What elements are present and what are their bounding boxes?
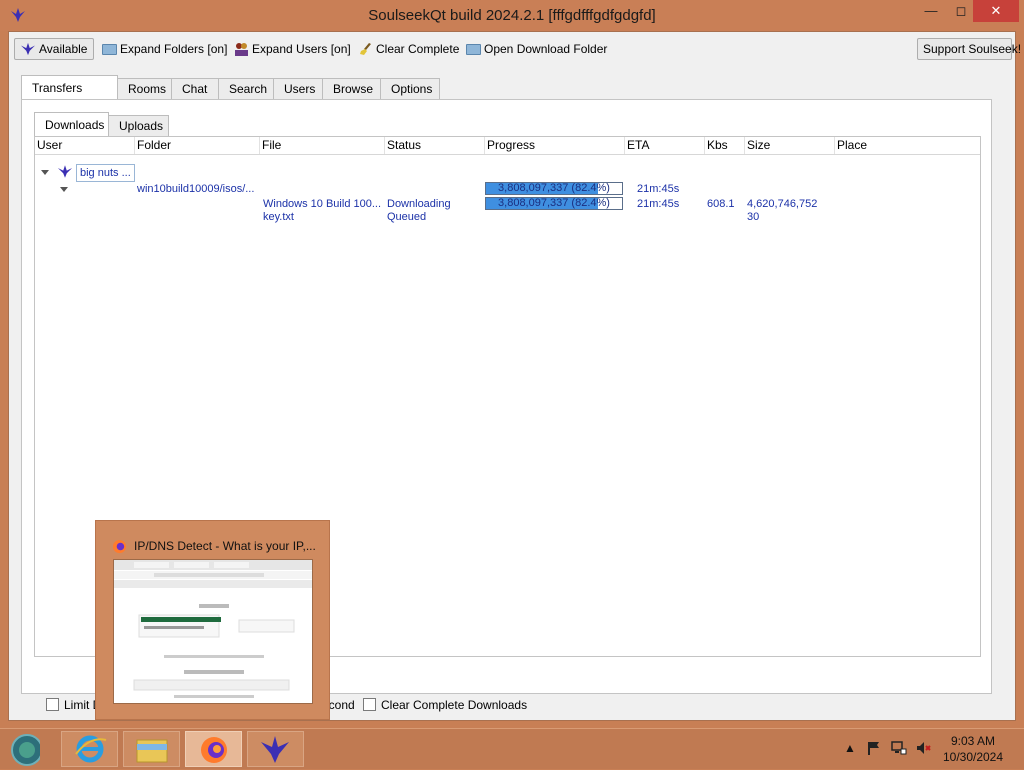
user-bird-icon	[57, 165, 73, 178]
file-progress-bar: 3,808,097,337 (82.4%)	[485, 197, 623, 210]
col-user[interactable]: User	[35, 137, 135, 154]
folder-name[interactable]: win10build10009/isos/...	[137, 183, 254, 195]
firefox-thumbnail-preview[interactable]: IP/DNS Detect - What is your IP,...	[95, 520, 330, 720]
folder-eta: 21m:45s	[637, 183, 680, 195]
file-name[interactable]: key.txt	[263, 211, 294, 223]
file-explorer-icon	[136, 739, 168, 763]
tab-options[interactable]: Options	[380, 78, 440, 99]
thumbnail-page-preview	[113, 559, 313, 704]
limit-downloads-checkbox[interactable]	[46, 698, 59, 711]
tab-browse[interactable]: Browse	[322, 78, 381, 99]
file-kbs: 608.1	[707, 198, 735, 210]
folder-progress-bar: 3,808,097,337 (82.4%)	[485, 182, 623, 195]
expand-folders-label: Expand Folders [on]	[120, 42, 228, 56]
toolbar: Available Expand Folders [on] Expand Use…	[9, 32, 1021, 66]
broom-icon	[360, 43, 371, 55]
clear-complete-button[interactable]: Clear Complete	[359, 38, 459, 60]
col-folder[interactable]: Folder	[135, 137, 260, 154]
taskbar-soulseek[interactable]	[247, 731, 304, 767]
tab-transfers[interactable]: Transfers [1/0]	[21, 75, 118, 119]
col-eta[interactable]: ETA	[625, 137, 705, 154]
firefox-icon	[112, 539, 127, 554]
support-soulseek-button[interactable]: Support Soulseek!	[917, 38, 1021, 60]
col-file[interactable]: File	[260, 137, 385, 154]
network-icon[interactable]	[891, 740, 907, 756]
tab-chat[interactable]: Chat	[171, 78, 219, 99]
taskbar-firefox[interactable]	[185, 731, 242, 767]
file-name[interactable]: Windows 10 Build 100...	[263, 198, 381, 210]
clear-complete-downloads-label: Clear Complete Downloads	[381, 698, 528, 712]
start-button[interactable]	[0, 731, 56, 767]
webpage-preview-image	[114, 560, 312, 698]
clear-complete-downloads-checkbox[interactable]	[363, 698, 376, 711]
grid-header: User Folder File Status Progress ETA Kbs…	[35, 137, 980, 155]
start-orb-icon	[11, 734, 43, 766]
expand-folder-arrow-icon[interactable]	[60, 187, 68, 192]
thumbnail-title: IP/DNS Detect - What is your IP,...	[134, 539, 316, 553]
firefox-icon	[201, 737, 227, 763]
col-status[interactable]: Status	[385, 137, 485, 154]
expand-users-label: Expand Users [on]	[252, 42, 351, 56]
expand-user-arrow-icon[interactable]	[41, 170, 49, 175]
users-icon	[235, 43, 248, 56]
available-label: Available	[39, 42, 88, 56]
progress-text: 3,808,097,337 (82.4%)	[498, 182, 610, 194]
expand-users-button[interactable]: Expand Users [on]	[234, 38, 351, 60]
tab-search[interactable]: Search	[218, 78, 274, 99]
available-button[interactable]: Available	[14, 38, 94, 60]
show-hidden-icons-icon[interactable]: ▲	[844, 741, 856, 755]
tab-downloads[interactable]: Downloads	[34, 112, 109, 136]
col-size[interactable]: Size	[745, 137, 835, 154]
taskbar-file-explorer[interactable]	[123, 731, 180, 767]
status-bird-icon	[21, 42, 35, 56]
col-progress[interactable]: Progress	[485, 137, 625, 154]
soulseek-bird-icon	[261, 736, 289, 763]
volume-muted-icon[interactable]	[916, 740, 932, 756]
clock-time[interactable]: 9:03 AM	[942, 734, 1004, 748]
user-name[interactable]: big nuts ...	[76, 164, 135, 182]
action-center-flag-icon[interactable]	[866, 740, 882, 756]
internet-explorer-icon	[75, 735, 107, 763]
file-size: 30	[747, 211, 760, 223]
open-download-folder-label: Open Download Folder	[484, 42, 608, 56]
folder-icon	[102, 43, 117, 55]
window-title: SoulseekQt build 2024.2.1 [fffgdfffgdfgd…	[368, 7, 656, 24]
expand-folders-button[interactable]: Expand Folders [on]	[102, 38, 227, 60]
open-download-folder-button[interactable]: Open Download Folder	[466, 38, 607, 60]
file-status: Downloading	[387, 198, 451, 210]
close-button[interactable]: ✕	[973, 0, 1019, 22]
file-status: Queued	[387, 211, 427, 223]
tab-rooms[interactable]: Rooms	[117, 78, 172, 99]
title-bar: SoulseekQt build 2024.2.1 [fffgdfffgdfgd…	[0, 0, 1024, 31]
file-size: 4,620,746,752	[747, 198, 818, 210]
minimize-button[interactable]: —	[916, 0, 946, 22]
folder-icon	[466, 43, 481, 55]
tab-uploads[interactable]: Uploads	[108, 115, 169, 136]
col-kbs[interactable]: Kbs	[705, 137, 745, 154]
tab-users[interactable]: Users	[273, 78, 323, 99]
taskbar-internet-explorer[interactable]	[61, 731, 118, 767]
support-label: Support Soulseek!	[923, 42, 1022, 56]
clock-date[interactable]: 10/30/2024	[942, 750, 1004, 764]
file-eta: 21m:45s	[637, 198, 680, 210]
taskbar: ▲ 9:03 AM 10/30/2024	[0, 728, 1024, 769]
clear-complete-label: Clear Complete	[376, 42, 460, 56]
maximize-button[interactable]: ◻	[946, 0, 976, 22]
progress-text: 3,808,097,337 (82.4%)	[498, 197, 610, 209]
col-place[interactable]: Place	[835, 137, 980, 154]
